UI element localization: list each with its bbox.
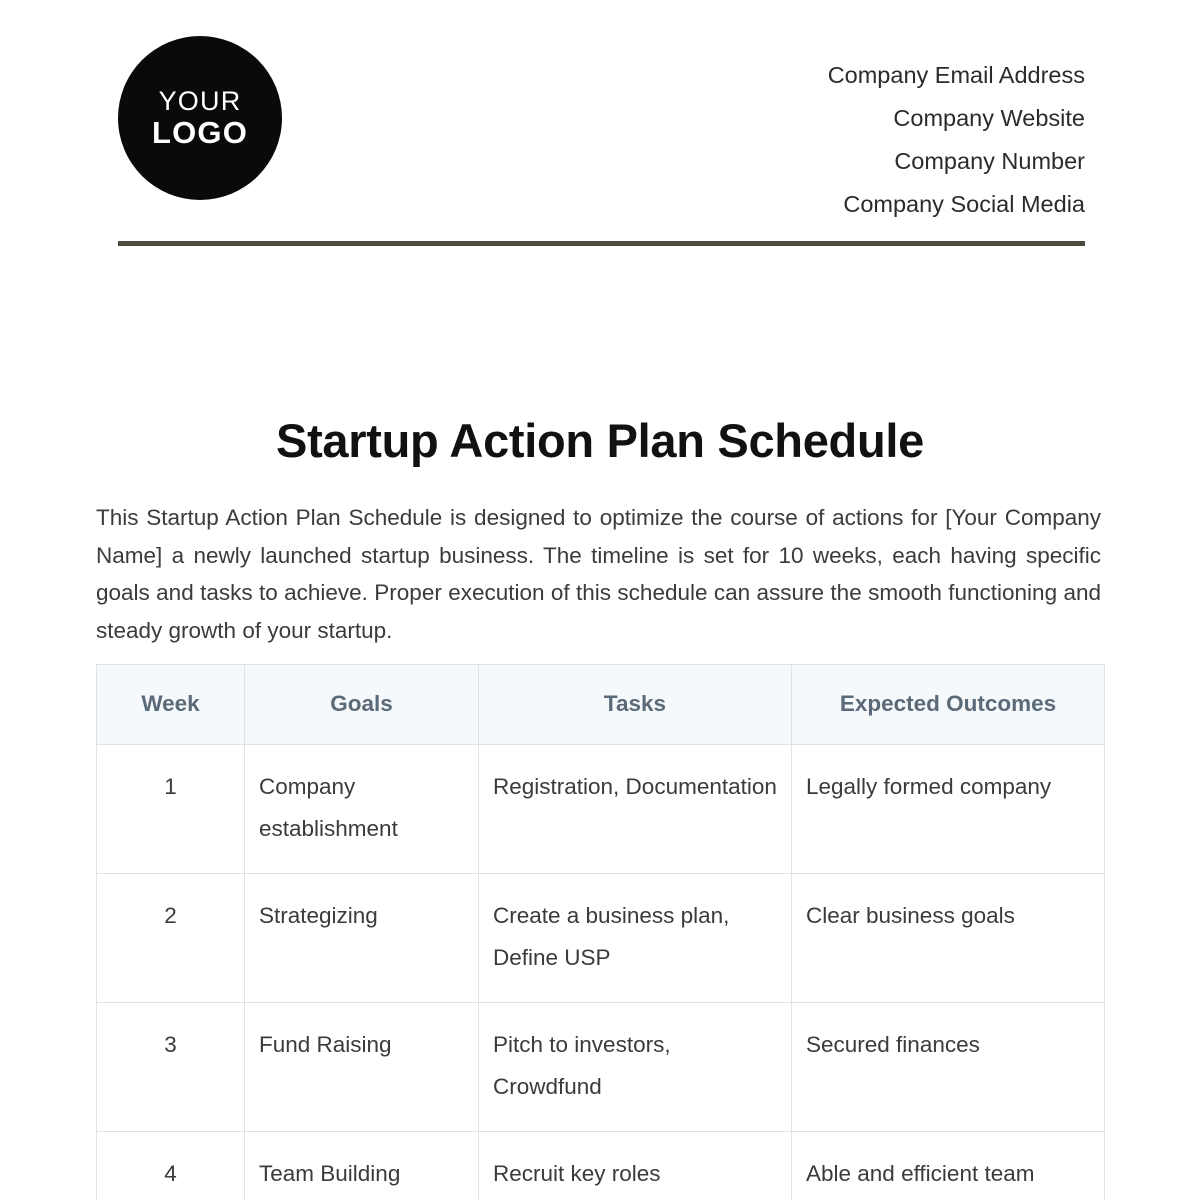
- cell-outcomes: Clear business goals: [791, 873, 1105, 1003]
- contact-number: Company Number: [894, 148, 1085, 174]
- schedule-table-container: Week Goals Tasks Expected Outcomes 1 Com…: [96, 664, 1105, 1200]
- cell-outcomes: Legally formed company: [791, 744, 1105, 874]
- table-row: 2 Strategizing Create a business plan, D…: [96, 873, 1105, 1003]
- column-header-tasks: Tasks: [478, 664, 792, 745]
- cell-week: 4: [96, 1131, 245, 1200]
- contact-email: Company Email Address: [827, 62, 1085, 88]
- cell-goals: Strategizing: [244, 873, 479, 1003]
- cell-tasks: Registration, Documentation: [478, 744, 792, 874]
- cell-goals: Team Building: [244, 1131, 479, 1200]
- company-contact-block: Company Email Address Company Website Co…: [828, 36, 1085, 226]
- cell-tasks: Recruit key roles: [478, 1131, 792, 1200]
- cell-goals: Company establishment: [244, 744, 479, 874]
- column-header-week: Week: [96, 664, 245, 745]
- contact-website: Company Website: [893, 105, 1085, 131]
- cell-week: 3: [96, 1002, 245, 1132]
- intro-paragraph: This Startup Action Plan Schedule is des…: [96, 505, 1101, 643]
- column-header-outcomes: Expected Outcomes: [791, 664, 1105, 745]
- cell-outcomes: Secured finances: [791, 1002, 1105, 1132]
- logo-text-primary: YOUR: [158, 86, 242, 116]
- cell-tasks: Pitch to investors, Crowdfund: [478, 1002, 792, 1132]
- cell-outcomes: Able and efficient team: [791, 1131, 1105, 1200]
- schedule-table: Week Goals Tasks Expected Outcomes 1 Com…: [96, 664, 1105, 1200]
- table-row: 1 Company establishment Registration, Do…: [96, 744, 1105, 874]
- column-header-goals: Goals: [244, 664, 479, 745]
- cell-week: 2: [96, 873, 245, 1003]
- header-divider: [118, 241, 1085, 246]
- company-logo: YOUR LOGO: [118, 36, 282, 200]
- cell-tasks: Create a business plan, Define USP: [478, 873, 792, 1003]
- document-page: YOUR LOGO Company Email Address Company …: [0, 0, 1200, 1200]
- table-row: 4 Team Building Recruit key roles Able a…: [96, 1131, 1105, 1200]
- page-title: Startup Action Plan Schedule: [276, 414, 924, 467]
- table-row: 3 Fund Raising Pitch to investors, Crowd…: [96, 1002, 1105, 1132]
- cell-goals: Fund Raising: [244, 1002, 479, 1132]
- letterhead: YOUR LOGO Company Email Address Company …: [118, 36, 1085, 226]
- table-header-row: Week Goals Tasks Expected Outcomes: [96, 664, 1105, 745]
- cell-week: 1: [96, 744, 245, 874]
- contact-social-media: Company Social Media: [843, 191, 1085, 217]
- logo-text-secondary: LOGO: [151, 115, 249, 150]
